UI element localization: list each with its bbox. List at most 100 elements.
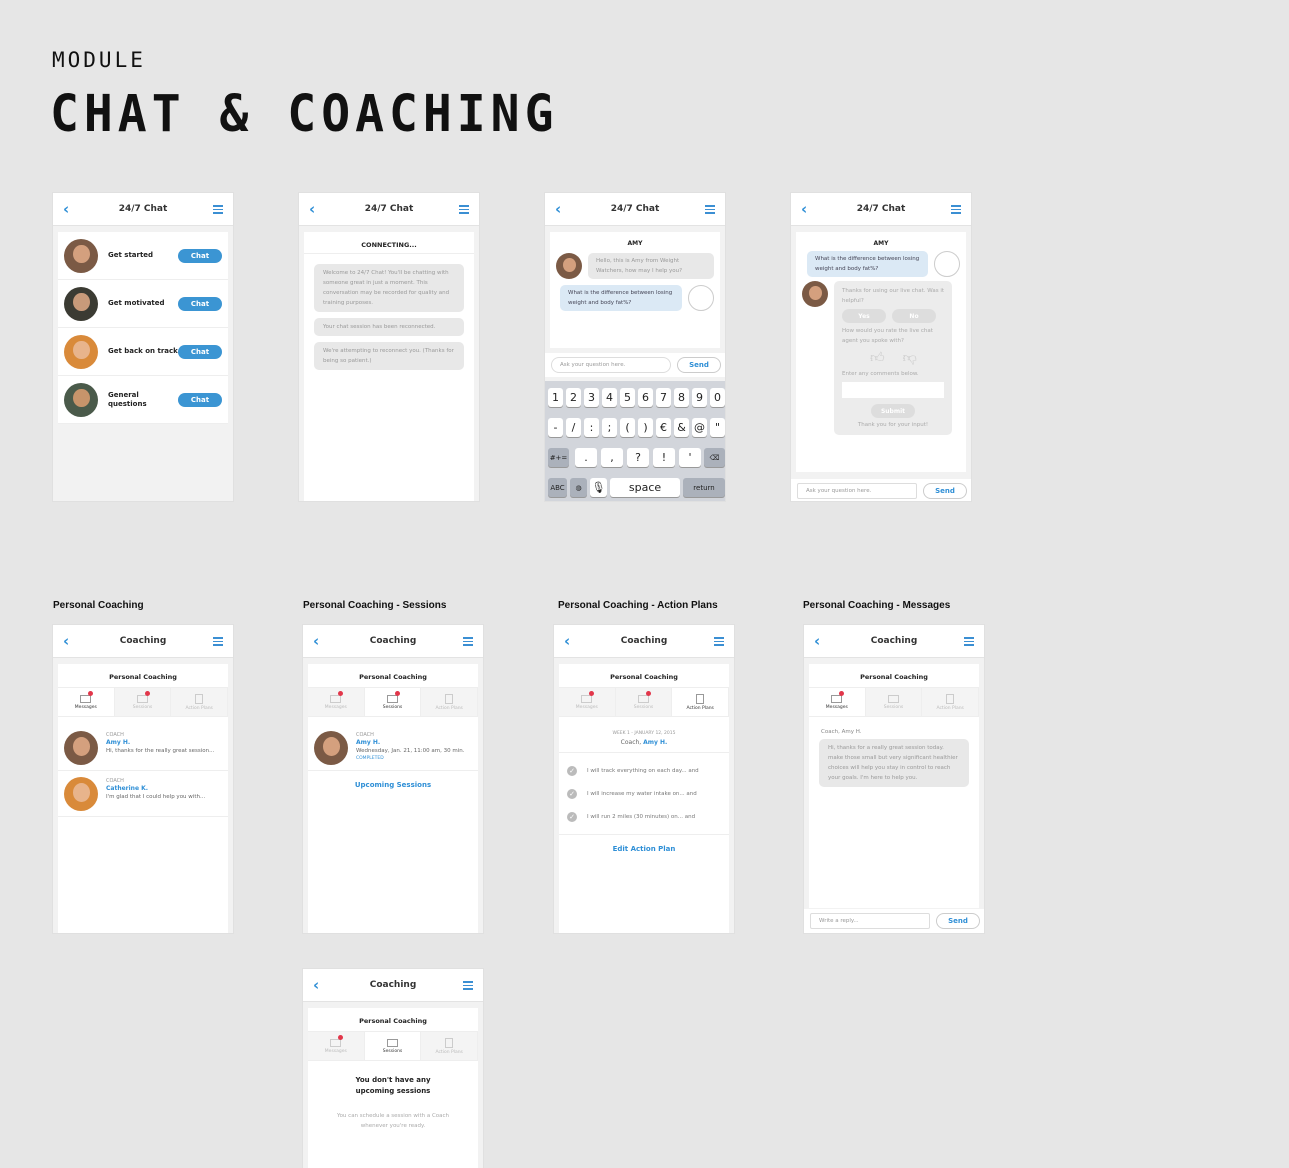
upcoming-sessions-link[interactable]: Upcoming Sessions xyxy=(308,781,478,789)
key[interactable]: ! xyxy=(653,448,675,467)
thumbs-up-icon[interactable]: 👍︎ xyxy=(870,349,885,366)
menu-icon[interactable] xyxy=(459,205,469,216)
coaching-panel: Personal Coaching Messages Sessions Acti… xyxy=(559,664,730,933)
caption: Personal Coaching - Sessions xyxy=(303,600,447,611)
chat-button[interactable]: Chat xyxy=(178,392,222,407)
avatar xyxy=(64,238,98,273)
nav-title: Coaching xyxy=(119,636,167,646)
question-input[interactable]: Ask your question here. xyxy=(797,483,917,499)
key[interactable]: 6 xyxy=(638,388,653,407)
key[interactable]: - xyxy=(548,418,563,437)
back-icon[interactable]: ‹ xyxy=(564,632,570,650)
key[interactable]: € xyxy=(656,418,671,437)
menu-icon[interactable] xyxy=(213,205,223,216)
yes-button[interactable]: Yes xyxy=(842,309,886,323)
edit-action-plan-link[interactable]: Edit Action Plan xyxy=(559,845,729,853)
tab-messages[interactable]: Messages xyxy=(308,688,365,716)
key[interactable]: & xyxy=(674,418,689,437)
key[interactable]: " xyxy=(710,418,725,437)
key[interactable]: 2 xyxy=(566,388,581,407)
key[interactable]: ; xyxy=(602,418,617,437)
menu-icon[interactable] xyxy=(714,637,724,648)
tab-sessions[interactable]: Sessions xyxy=(364,1032,422,1060)
menu-icon[interactable] xyxy=(213,637,223,648)
check-icon: ✓ xyxy=(567,765,577,776)
microphone-icon[interactable]: 🎙︎ xyxy=(590,478,607,497)
key[interactable]: / xyxy=(566,418,581,437)
key[interactable]: 5 xyxy=(620,388,635,407)
tab-sessions[interactable]: Sessions xyxy=(615,688,673,716)
key[interactable]: 8 xyxy=(674,388,689,407)
send-button[interactable]: Send xyxy=(677,357,721,373)
menu-icon[interactable] xyxy=(964,637,974,648)
reply-input[interactable]: Write a reply... xyxy=(810,913,930,929)
key[interactable]: 3 xyxy=(584,388,599,407)
return-key[interactable]: return xyxy=(683,478,725,497)
list-item[interactable]: COACH Amy H. Hi, thanks for the really gre… xyxy=(58,725,228,771)
tab-action-plans[interactable]: Action Plans xyxy=(672,688,730,716)
tab-messages[interactable]: Messages xyxy=(559,688,616,716)
tab-bar: Messages Sessions Action Plans xyxy=(559,687,730,717)
tab-messages[interactable]: Messages xyxy=(58,688,115,716)
tab-bar: Messages Sessions Action Plans xyxy=(58,687,229,717)
tab-messages[interactable]: Messages xyxy=(308,1032,365,1060)
list-item[interactable]: COACH Catherine K. I'm glad that I could h… xyxy=(58,771,228,817)
tab-action-plans[interactable]: Action Plans xyxy=(421,1032,479,1060)
key[interactable]: 9 xyxy=(692,388,707,407)
back-icon[interactable]: ‹ xyxy=(313,632,319,650)
back-icon[interactable]: ‹ xyxy=(63,632,69,650)
backspace-icon[interactable]: ⌫ xyxy=(704,448,725,467)
key[interactable]: @ xyxy=(692,418,707,437)
tab-sessions[interactable]: Sessions xyxy=(364,688,422,716)
user-avatar-icon xyxy=(688,285,714,311)
plan-item[interactable]: ✓ I will track everything on each day... … xyxy=(559,759,729,782)
abc-key[interactable]: ABC xyxy=(548,478,567,497)
chat-button[interactable]: Chat xyxy=(178,248,222,263)
key[interactable]: ( xyxy=(620,418,635,437)
key[interactable]: . xyxy=(575,448,597,467)
key[interactable]: 1 xyxy=(548,388,563,407)
tab-sessions[interactable]: Sessions xyxy=(865,688,923,716)
back-icon[interactable]: ‹ xyxy=(313,976,319,994)
tab-action-plans[interactable]: Action Plans xyxy=(421,688,479,716)
key[interactable]: 4 xyxy=(602,388,617,407)
menu-icon[interactable] xyxy=(951,205,961,216)
tab-messages[interactable]: Messages xyxy=(809,688,866,716)
send-button[interactable]: Send xyxy=(923,483,967,499)
question-input[interactable]: Ask your question here. xyxy=(551,357,671,373)
space-key[interactable]: space xyxy=(610,478,680,497)
key[interactable]: 7 xyxy=(656,388,671,407)
coaching-messages-list-screen: ‹ Coaching Personal Coaching Messages Ses… xyxy=(52,624,234,934)
menu-icon[interactable] xyxy=(463,981,473,992)
key[interactable]: , xyxy=(601,448,623,467)
tab-action-plans[interactable]: Action Plans xyxy=(922,688,980,716)
key[interactable]: ? xyxy=(627,448,649,467)
back-icon[interactable]: ‹ xyxy=(555,200,561,218)
submit-button[interactable]: Submit xyxy=(871,404,915,418)
back-icon[interactable]: ‹ xyxy=(63,200,69,218)
chat-button[interactable]: Chat xyxy=(178,296,222,311)
back-icon[interactable]: ‹ xyxy=(801,200,807,218)
thumbs-down-icon[interactable]: 👎︎ xyxy=(903,349,917,366)
menu-icon[interactable] xyxy=(705,205,715,216)
key[interactable]: : xyxy=(584,418,599,437)
no-button[interactable]: No xyxy=(892,309,936,323)
send-button[interactable]: Send xyxy=(936,913,980,929)
back-icon[interactable]: ‹ xyxy=(309,200,315,218)
chat-button[interactable]: Chat xyxy=(178,344,222,359)
comments-input[interactable] xyxy=(842,382,944,398)
reply-row: Write a reply... Send xyxy=(804,909,984,933)
back-icon[interactable]: ‹ xyxy=(814,632,820,650)
session-item[interactable]: COACH Amy H. Wednesday, Jan. 21, 11:00 am,… xyxy=(308,725,478,771)
key[interactable]: ) xyxy=(638,418,653,437)
symbols-key[interactable]: #+= xyxy=(548,448,569,467)
menu-icon[interactable] xyxy=(463,637,473,648)
key[interactable]: ' xyxy=(679,448,701,467)
globe-icon[interactable]: ◍ xyxy=(570,478,587,497)
tab-sessions[interactable]: Sessions xyxy=(114,688,172,716)
plan-item[interactable]: ✓ I will run 2 miles (30 minutes) on... a… xyxy=(559,805,729,828)
plan-item[interactable]: ✓ I will increase my water intake on... a… xyxy=(559,782,729,805)
tab-action-plans[interactable]: Action Plans xyxy=(171,688,229,716)
key[interactable]: 0 xyxy=(710,388,725,407)
rating-group: 👍︎ 👎︎ xyxy=(842,346,944,369)
